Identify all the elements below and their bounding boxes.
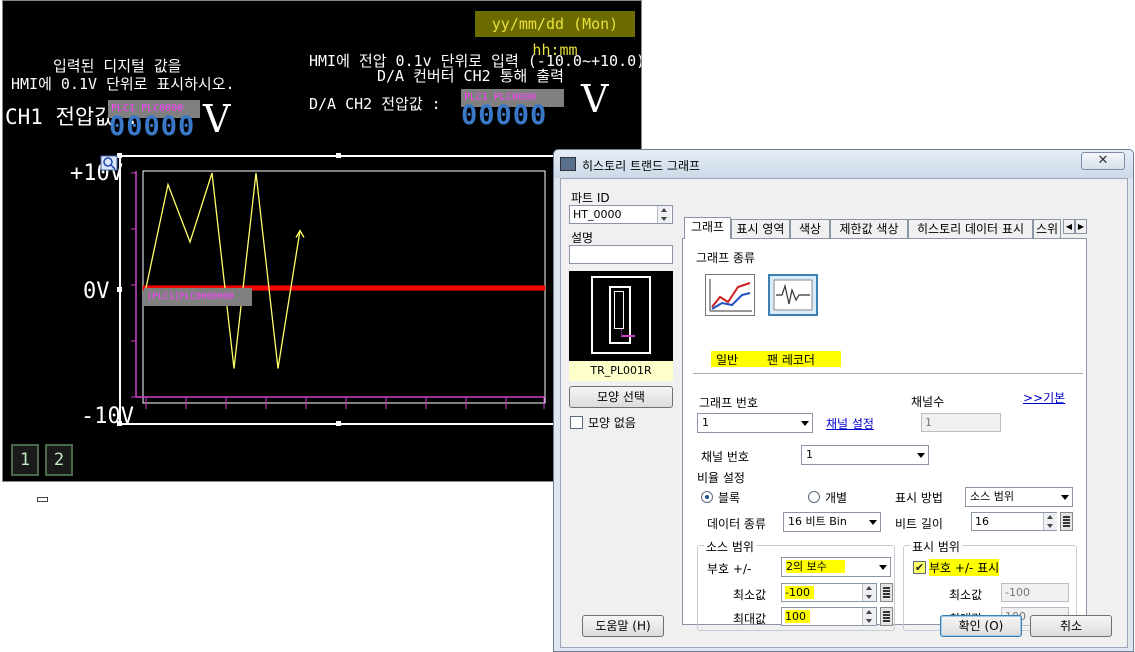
display-method-label: 표시 방법	[895, 491, 943, 505]
line-chart-icon	[709, 279, 752, 312]
graph-type-pen-recorder-text: 팬 레코더	[767, 353, 815, 367]
sign-label: 부호 +/-	[707, 562, 752, 576]
dialog-title: 히스토리 트랜드 그래프	[582, 159, 701, 173]
cancel-button[interactable]: 취소	[1030, 615, 1112, 637]
graph-tab-panel: 그래프 종류 일반 팬 레코더 일반 팬 레코더 >>기본	[682, 238, 1087, 631]
selection-marker	[37, 497, 48, 502]
history-trend-graph[interactable]	[3, 1, 642, 482]
tab-scroll-right-button[interactable]: ▶	[1075, 219, 1087, 234]
tab-display-area[interactable]: 표시 영역	[731, 219, 790, 238]
ratio-block-radio[interactable]	[701, 491, 713, 503]
max-label: 최대값	[733, 612, 767, 626]
ratio-individual-label: 개별	[825, 491, 848, 505]
min-value: -100	[785, 586, 814, 599]
advanced-toggle-link[interactable]: >>기본	[1023, 389, 1065, 406]
page-button-2[interactable]: 2	[45, 444, 73, 476]
hmi-screen: yy/mm/dd (Mon) hh:mm 입력된 디지털 값을 HMI에 0.1…	[2, 0, 642, 482]
graph-number-value: 1	[702, 416, 709, 429]
graph-type-label: 그래프 종류	[696, 251, 756, 265]
bit-length-spinner[interactable]	[1043, 513, 1057, 530]
min-keypad-button[interactable]	[880, 583, 893, 602]
graph-type-general-text: 일반	[716, 353, 739, 367]
channel-count-field: 1	[921, 413, 1001, 432]
tab-limit-color[interactable]: 제한값 색상	[830, 219, 908, 238]
pen-recorder-icon	[773, 279, 813, 311]
no-shape-label: 모양 없음	[588, 416, 636, 430]
data-type-label: 데이터 종류	[707, 517, 767, 531]
channel-settings-link[interactable]: 채널 설정	[826, 415, 874, 432]
part-id-label: 파트 ID	[571, 191, 610, 205]
source-range-title: 소스 범위	[704, 538, 756, 555]
help-button[interactable]: 도움말 (H)	[582, 615, 664, 637]
channel-number-label: 채널 번호	[701, 450, 749, 464]
ratio-individual-radio[interactable]	[808, 491, 820, 503]
ratio-block-label: 블록	[718, 491, 741, 505]
graph-type-general-option[interactable]	[705, 274, 755, 316]
description-field[interactable]	[569, 245, 673, 264]
min-label: 최소값	[733, 588, 767, 602]
dialog-titlebar[interactable]: 히스토리 트랜드 그래프 ✕	[554, 150, 1133, 178]
bit-length-keypad-button[interactable]	[1060, 512, 1073, 531]
close-button[interactable]: ✕	[1081, 152, 1125, 170]
shape-name-label: TR_PL001R	[569, 361, 673, 381]
display-range-title: 표시 범위	[910, 538, 962, 555]
max-spinner[interactable]	[862, 608, 876, 625]
channel-number-value: 1	[806, 448, 813, 461]
data-type-value: 16 비트 Bin	[788, 515, 847, 528]
display-min-label: 최소값	[949, 588, 983, 602]
sign-value: 2의 보수	[786, 560, 845, 573]
tab-history-data[interactable]: 히스토리 데이터 표시	[908, 219, 1033, 238]
section-divider	[693, 373, 1083, 374]
channel-count-label: 채널수	[911, 395, 945, 409]
bit-length-label: 비트 길이	[895, 517, 943, 531]
tab-color[interactable]: 색상	[790, 219, 830, 238]
part-id-spinner[interactable]	[657, 206, 671, 223]
display-method-value: 소스 범위	[970, 490, 1014, 503]
dialog-body: 파트 ID HT_0000 설명 TR_PL001R 모양 선택 모양 없음 그…	[560, 178, 1128, 648]
show-sign-checkbox[interactable]: ✔	[913, 561, 926, 574]
display-min-field: -100	[1001, 583, 1069, 602]
zoom-icon[interactable]	[100, 155, 118, 171]
display-method-select[interactable]: 소스 범위	[965, 487, 1073, 507]
sign-select[interactable]: 2의 보수	[781, 557, 891, 577]
page-button-1[interactable]: 1	[11, 444, 39, 476]
show-sign-label: 부호 +/- 표시	[929, 559, 1000, 576]
shape-preview: TR_PL001R	[569, 271, 673, 381]
max-value: 100	[785, 610, 810, 623]
channel-number-select[interactable]: 1	[801, 445, 929, 465]
ok-button[interactable]: 확인 (O)	[940, 615, 1022, 637]
max-keypad-button[interactable]	[880, 607, 893, 626]
tab-switch[interactable]: 스위	[1033, 219, 1061, 238]
graph-number-select[interactable]: 1	[697, 413, 813, 433]
graph-type-pen-recorder-option[interactable]	[768, 274, 818, 316]
description-label: 설명	[571, 231, 594, 245]
trend-graph-icon	[560, 157, 576, 171]
tab-scroll-left-button[interactable]: ◀	[1063, 219, 1075, 234]
shape-select-button[interactable]: 모양 선택	[569, 386, 673, 408]
history-trend-dialog: 히스토리 트랜드 그래프 ✕ 파트 ID HT_0000 설명 TR_PL001…	[553, 149, 1134, 652]
ratio-settings-label: 비율 설정	[697, 471, 745, 485]
no-shape-checkbox[interactable]	[570, 416, 583, 429]
trend-tag: [PLC1]PLC0000000	[144, 288, 252, 306]
min-spinner[interactable]	[862, 584, 876, 601]
tab-graph[interactable]: 그래프	[684, 217, 731, 239]
data-type-select[interactable]: 16 비트 Bin	[783, 512, 881, 532]
graph-number-label: 그래프 번호	[699, 396, 759, 410]
